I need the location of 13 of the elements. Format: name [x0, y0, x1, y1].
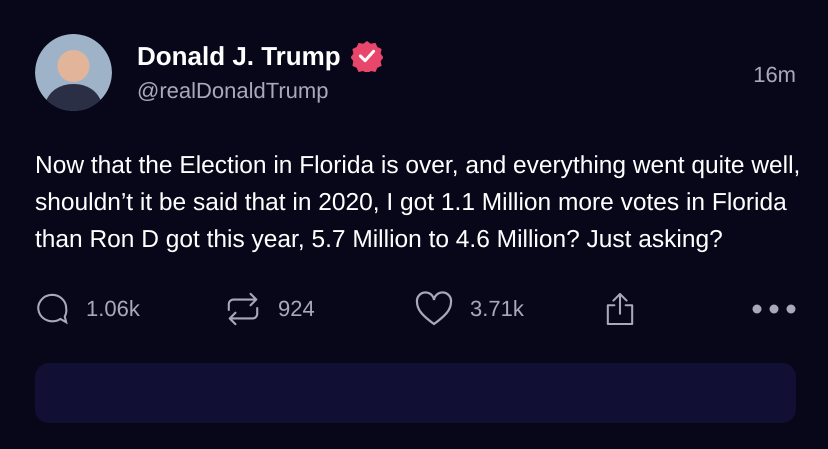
post-text: Now that the Election in Florida is over, and everything went quite well, shouldn’t it be said that in 2020, I got 1.1 Million more votes in Florida than Ron D got this year, 5.7 Million to 4.6 Million? Just asking?	[35, 151, 802, 255]
repost-icon[interactable]	[225, 291, 261, 327]
post-time: 16m	[753, 62, 796, 88]
like-count: 3.71k	[470, 296, 524, 322]
author-name[interactable]: Donald J. Trump	[137, 40, 341, 72]
repost-count: 924	[278, 296, 315, 322]
author-handle[interactable]: @realDonaldTrump	[137, 78, 754, 104]
heart-icon[interactable]	[415, 291, 453, 327]
comment-icon[interactable]	[35, 292, 69, 326]
more-icon[interactable]	[752, 304, 796, 314]
reply-count: 1.06k	[86, 296, 140, 322]
share-icon[interactable]	[605, 291, 635, 327]
avatar[interactable]	[35, 34, 112, 111]
